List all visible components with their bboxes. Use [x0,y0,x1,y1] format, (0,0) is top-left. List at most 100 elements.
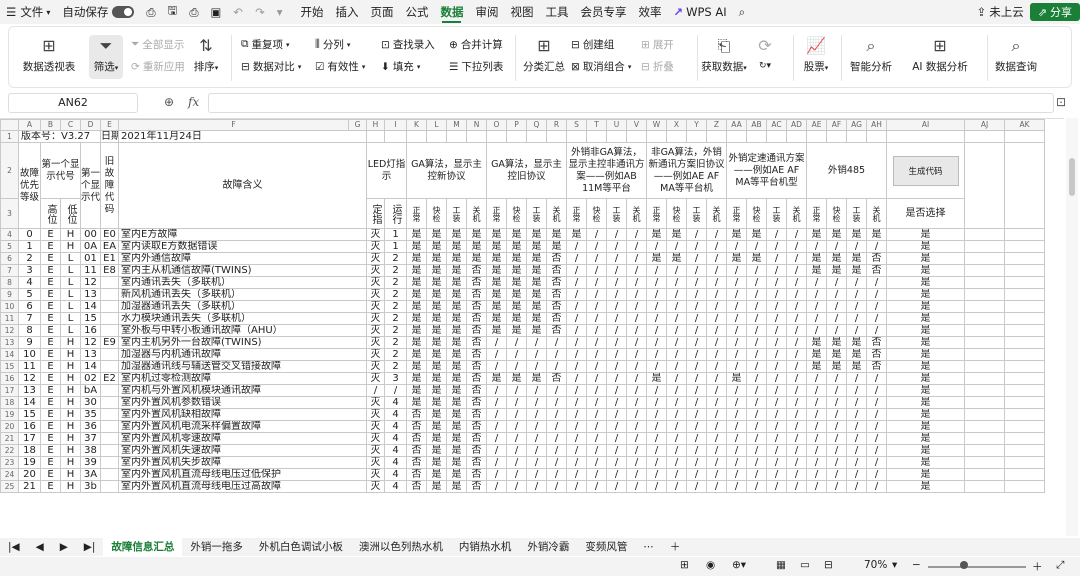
cell-value[interactable]: / [846,324,867,337]
cell-value[interactable]: / [846,396,867,409]
cell-value[interactable]: / [606,252,627,265]
cell-value[interactable]: / [606,480,627,493]
cell-hi[interactable]: E [40,324,61,337]
cell-value[interactable]: / [726,324,747,337]
header-proto-sub[interactable]: 快检 [826,198,847,229]
cell-select[interactable]: 是 [886,300,965,313]
cell[interactable] [1004,252,1045,265]
zoom-slider-thumb[interactable] [960,561,968,569]
cell-lo[interactable]: L [60,264,81,277]
header-priority[interactable]: 故障优先等级 [18,142,41,229]
cell-value[interactable]: / [806,396,827,409]
cell-hi[interactable]: E [40,276,61,289]
cell[interactable] [1004,396,1045,409]
cell-value[interactable]: / [846,444,867,457]
cell-value[interactable]: 否 [466,336,487,349]
column-header[interactable]: AE [806,119,827,131]
header-proto-sub[interactable]: 正常 [726,198,747,229]
cell-value[interactable]: / [726,408,747,421]
header-proto-sub[interactable]: 工装 [846,198,867,229]
cell-value[interactable]: 是 [666,228,687,241]
cell[interactable] [1004,384,1045,397]
cell-select[interactable]: 是 [886,276,965,289]
cell-value[interactable]: / [826,432,847,445]
cell-meaning[interactable]: 室内读取E方数据错误 [118,240,367,253]
cell-run[interactable]: 2 [384,348,407,361]
cell-meaning[interactable]: 室内外置风机失步故障 [118,456,367,469]
filter-button[interactable]: ⏷ 筛选▾ [89,35,123,79]
cell-value[interactable]: 是 [846,252,867,265]
cell-hi[interactable]: E [40,396,61,409]
cell-hi[interactable]: E [40,288,61,301]
cell-value[interactable]: / [666,456,687,469]
cell-lo[interactable]: L [60,276,81,289]
cell-value[interactable]: / [866,372,887,385]
cell-value[interactable]: / [526,408,547,421]
cell-value[interactable]: 是 [546,240,567,253]
sheet-tab-2[interactable]: 外机白色调试小板 [251,538,351,556]
cell-value[interactable]: / [526,444,547,457]
cell-value[interactable]: / [766,372,787,385]
cell[interactable] [964,420,1005,433]
cell-select[interactable]: 是 [886,324,965,337]
cell-value[interactable]: / [486,420,507,433]
cell-value[interactable]: / [706,264,727,277]
cell-value[interactable]: / [686,336,707,349]
cell[interactable] [964,372,1005,385]
cell-value[interactable]: 是 [826,252,847,265]
column-header[interactable]: H [366,119,385,131]
cell-lo[interactable]: H [60,456,81,469]
cell-value[interactable]: 是 [486,276,507,289]
cell[interactable] [964,252,1005,265]
cell-value[interactable]: 是 [466,228,487,241]
cell[interactable] [886,130,965,143]
cell-old-code[interactable] [100,312,119,325]
next-sheet-icon[interactable]: ▶ [52,538,76,556]
toggle-switch[interactable] [112,6,135,18]
cell-value[interactable]: 是 [826,228,847,241]
cell-value[interactable]: / [566,468,587,481]
cell-value[interactable]: / [626,336,647,349]
header-non_ga_export[interactable]: 非GA算法，外销新通讯方案旧协议——例如AE AF MA等平台机 [646,142,727,199]
cell[interactable] [1004,228,1045,241]
cell-value[interactable]: / [866,444,887,457]
cell-value[interactable]: / [646,468,667,481]
pivot-table-button[interactable]: ⊞ 数据透视表 [19,37,79,74]
cell-value[interactable]: / [786,252,807,265]
cell-old-code[interactable] [100,360,119,373]
cell-value[interactable]: / [706,228,727,241]
column-header[interactable]: AD [786,119,807,131]
menu-tab-1[interactable]: 插入 [329,0,364,24]
cell-value[interactable]: / [586,396,607,409]
cell-old-code[interactable] [100,276,119,289]
cell-hi[interactable]: E [40,360,61,373]
header-meaning[interactable]: 故障含义 [118,142,367,229]
cell-priority[interactable]: 17 [18,432,41,445]
cell-led[interactable]: 灭 [366,468,385,481]
file-menu[interactable]: ☰ 文件 ▾ [0,0,56,24]
cell-value[interactable]: / [786,288,807,301]
cell-value[interactable]: / [766,384,787,397]
cell-value[interactable]: 是 [426,444,447,457]
cell-value[interactable]: / [846,420,867,433]
cell-value[interactable]: 是 [846,228,867,241]
cell[interactable] [666,130,687,143]
cell-old-code[interactable] [100,348,119,361]
cell-value[interactable]: / [766,468,787,481]
cell-value[interactable]: 是 [806,360,827,373]
cell-value[interactable]: / [486,432,507,445]
cell-value[interactable]: / [566,336,587,349]
undo-icon[interactable]: ↶ [227,0,249,24]
header-proto-sub[interactable]: 快检 [506,198,527,229]
date-value[interactable]: 2021年11月24日 [118,130,367,143]
cell-value[interactable]: / [746,276,767,289]
cell-value[interactable]: 是 [846,360,867,373]
cell-led[interactable]: 灭 [366,456,385,469]
cell-value[interactable]: / [766,300,787,313]
cell-led[interactable]: 灭 [366,324,385,337]
cell-old-code[interactable] [100,456,119,469]
ai-analysis-button[interactable]: ⊞ AI 数据分析 [901,37,979,74]
cell-value[interactable]: / [766,312,787,325]
cell-value[interactable]: / [546,468,567,481]
cell-value[interactable]: / [866,276,887,289]
